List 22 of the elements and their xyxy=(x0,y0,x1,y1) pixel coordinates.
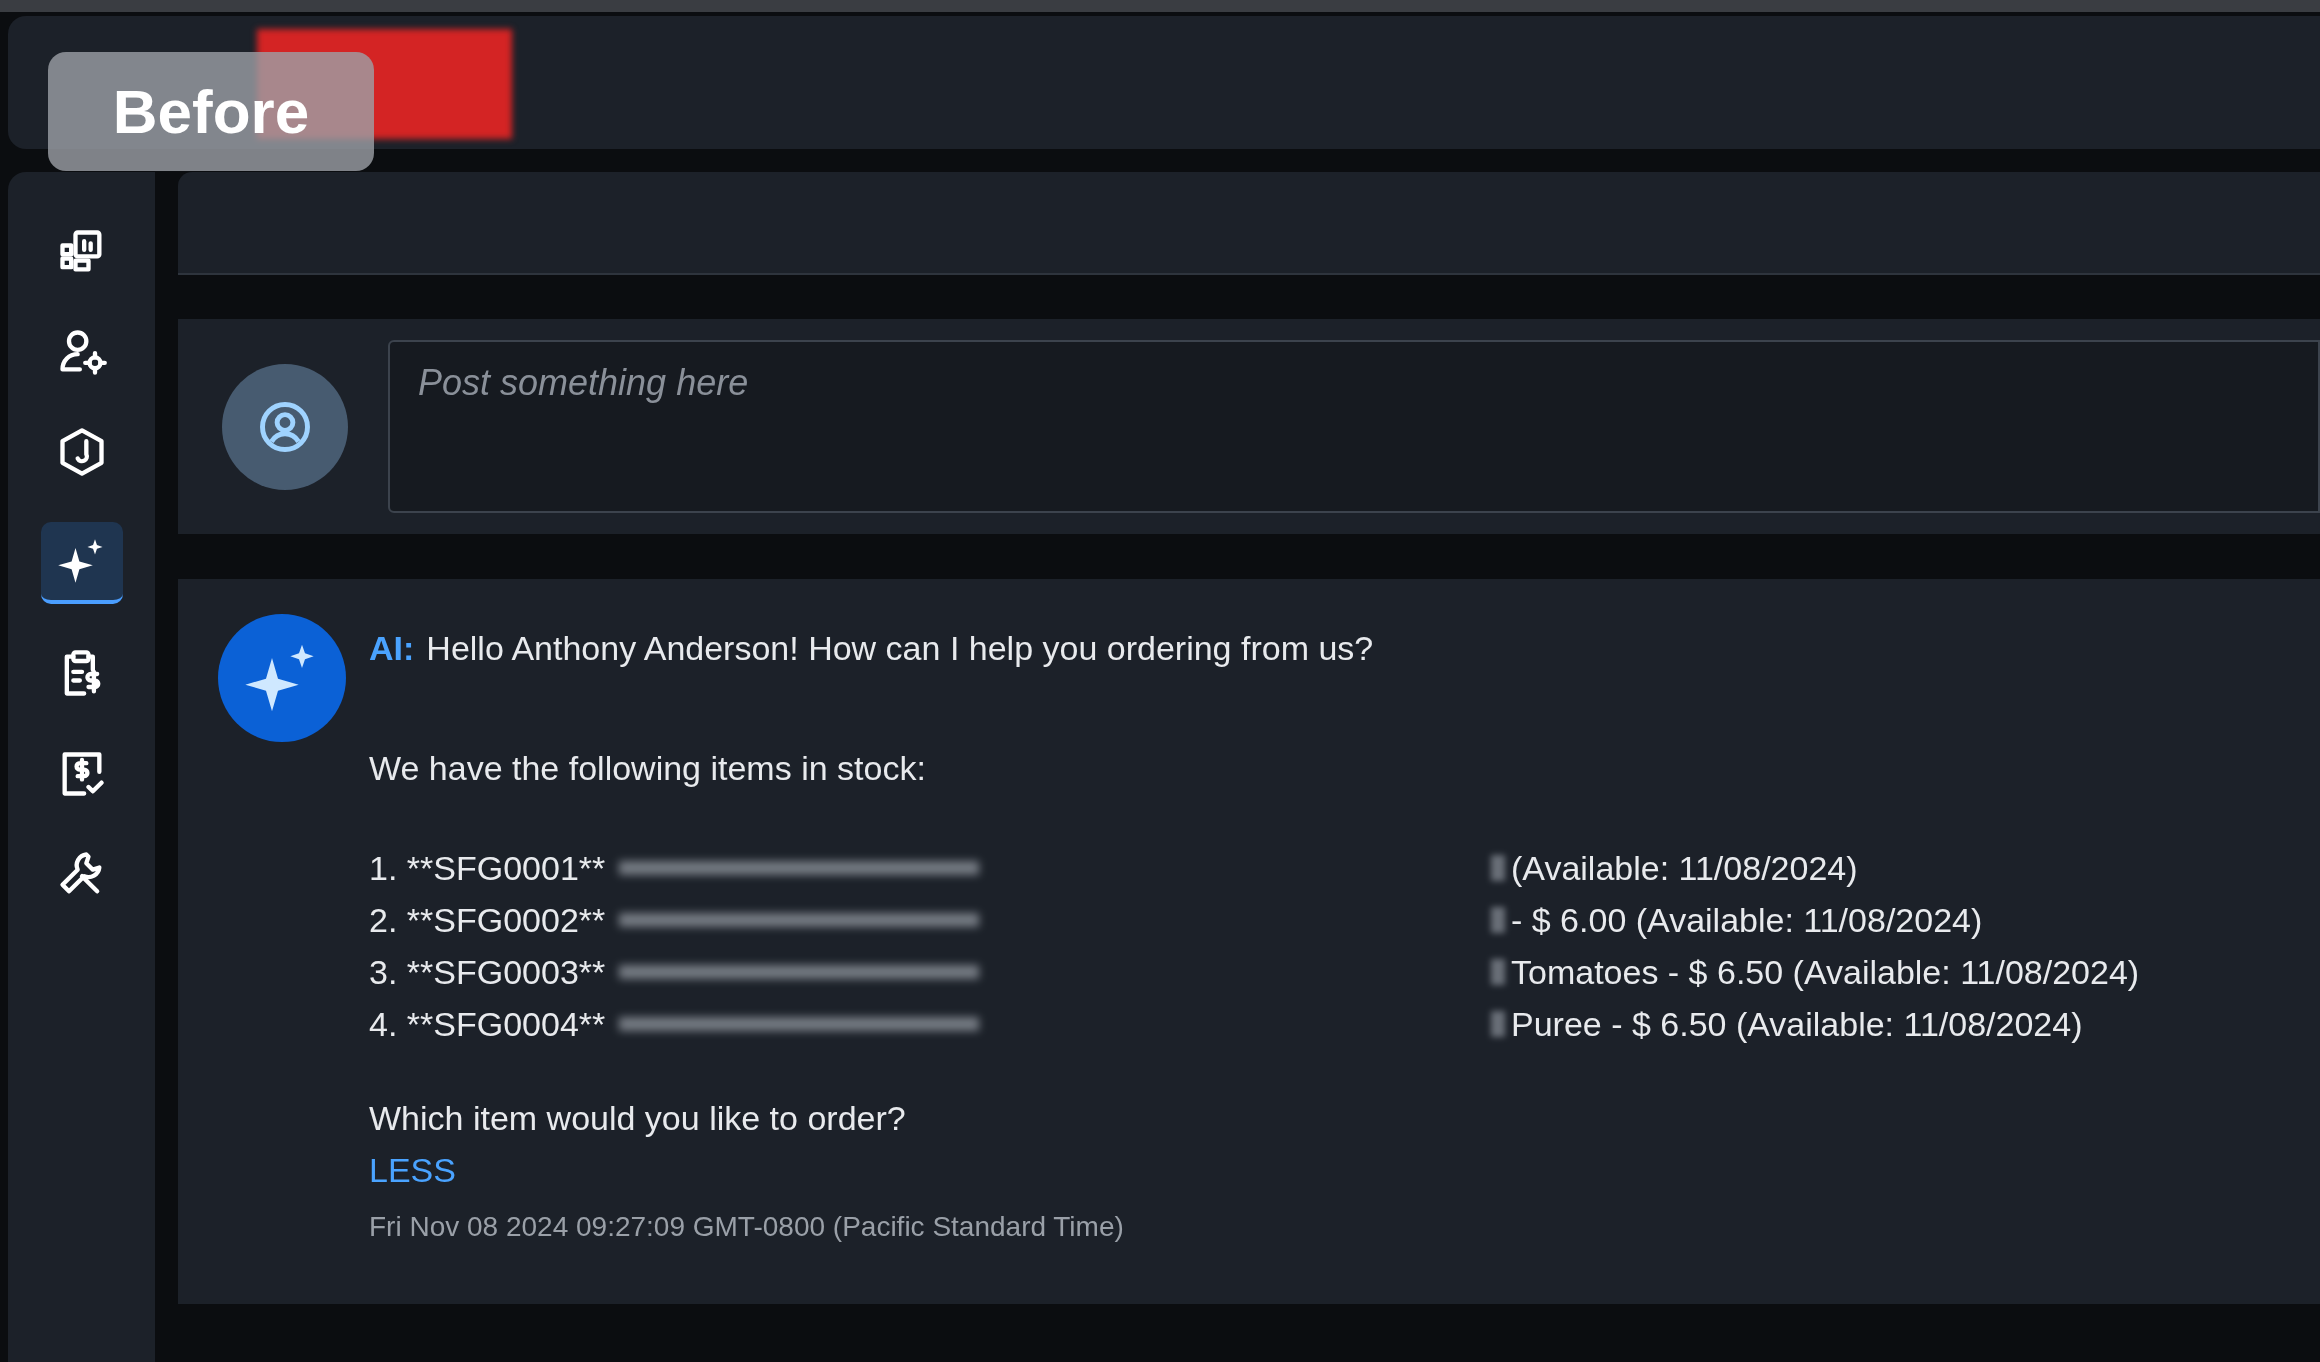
item-code: 1. **SFG0001** xyxy=(369,847,606,889)
redaction-blur xyxy=(1491,907,1505,933)
timestamp: Fri Nov 08 2024 09:27:09 GMT-0800 (Pacific Standard Time) xyxy=(369,1210,1124,1244)
nav-button[interactable] xyxy=(40,522,123,604)
redaction-blur xyxy=(1491,1011,1505,1037)
redaction-blur xyxy=(1491,959,1505,985)
item-detail: Puree - $ 6.50 (Available: 11/08/2024) xyxy=(1511,1003,2083,1045)
user-icon xyxy=(258,399,312,454)
item-detail: Tomatoes - $ 6.50 (Available: 11/08/2024) xyxy=(1511,951,2140,993)
item-code: 2. **SFG0002** xyxy=(369,899,606,941)
question-text: Which item would you like to order? xyxy=(369,1098,906,1139)
post-field[interactable]: Post something here xyxy=(388,340,2320,513)
item-detail: - $ 6.00 (Available: 11/08/2024) xyxy=(1511,899,1983,941)
item-detail: (Available: 11/08/2024) xyxy=(1511,847,1858,889)
less-link[interactable]: LESS xyxy=(369,1148,456,1192)
greeting-text: Hello Anthony Anderson! How can I help you ordering from us? xyxy=(426,628,1374,669)
sender-label: AI: xyxy=(369,628,415,669)
item-code: 3. **SFG0003** xyxy=(369,951,606,993)
item-code: 4. **SFG0004** xyxy=(369,1003,606,1045)
intro-text: We have the following items in stock: xyxy=(369,748,926,789)
redaction-blur xyxy=(1491,855,1505,881)
before-label: Before xyxy=(48,52,374,171)
